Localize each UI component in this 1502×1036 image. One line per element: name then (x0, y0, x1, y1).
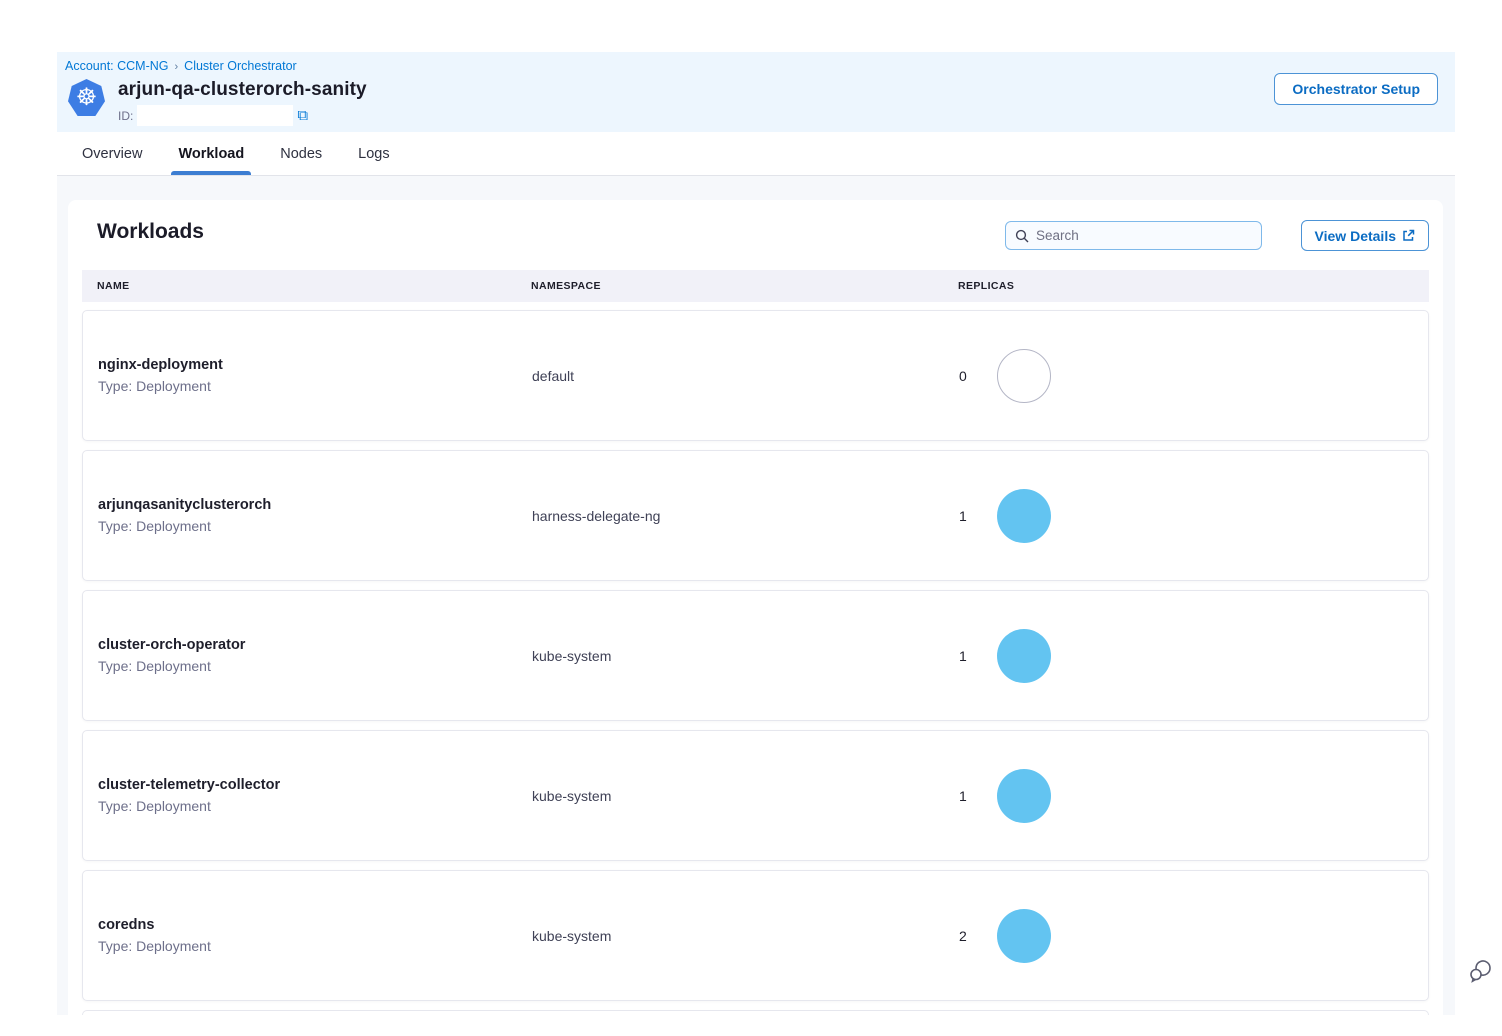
workload-namespace: default (517, 368, 944, 384)
cluster-id-label: ID: (118, 109, 133, 123)
workload-name-cell: cluster-orch-operator Type: Deployment (83, 637, 517, 674)
copy-icon[interactable]: ⧉ (297, 107, 308, 124)
replica-status-circle (997, 629, 1051, 683)
column-header-name: NAME (82, 280, 516, 292)
workload-type: Type: Deployment (98, 658, 517, 674)
workload-name: nginx-deployment (98, 357, 517, 373)
workload-type: Type: Deployment (98, 798, 517, 814)
tab-bar: Overview Workload Nodes Logs (57, 132, 1455, 176)
replica-count: 1 (959, 648, 971, 664)
search-input[interactable] (1036, 228, 1252, 243)
workloads-search[interactable] (1005, 221, 1262, 250)
search-icon (1015, 229, 1029, 243)
cluster-id-redacted-value (137, 105, 293, 126)
workload-type: Type: Deployment (98, 518, 517, 534)
replica-count: 1 (959, 788, 971, 804)
external-link-icon (1402, 229, 1415, 242)
workload-replicas-cell: 1 (944, 629, 1428, 683)
workload-name: cluster-orch-operator (98, 637, 517, 653)
workload-namespace: harness-delegate-ng (517, 508, 944, 524)
workload-name-cell: cluster-telemetry-collector Type: Deploy… (83, 777, 517, 814)
view-details-label: View Details (1315, 228, 1396, 244)
kubernetes-wheel-glyph: ☸ (76, 86, 98, 110)
table-row-nginx-deployment[interactable]: nginx-deployment Type: Deployment defaul… (82, 310, 1429, 441)
view-details-button[interactable]: View Details (1301, 220, 1429, 251)
breadcrumb-separator-icon: › (175, 61, 179, 73)
table-row-coredns[interactable]: coredns Type: Deployment kube-system 2 (82, 870, 1429, 1001)
column-header-namespace: NAMESPACE (516, 280, 943, 292)
cluster-title-row: ☸ arjun-qa-clusterorch-sanity ID: ⧉ (68, 79, 367, 126)
workload-name: arjunqasanityclusterorch (98, 497, 517, 513)
table-body: nginx-deployment Type: Deployment defaul… (82, 310, 1429, 1015)
replica-status-circle (997, 349, 1051, 403)
table-row-cluster-telemetry-collector[interactable]: cluster-telemetry-collector Type: Deploy… (82, 730, 1429, 861)
breadcrumb-account[interactable]: Account: CCM-NG (65, 59, 169, 73)
tab-overview[interactable]: Overview (75, 132, 149, 175)
workload-type: Type: Deployment (98, 378, 517, 394)
replica-count: 0 (959, 368, 971, 384)
column-header-replicas: REPLICAS (943, 280, 1429, 292)
workload-namespace: kube-system (517, 788, 944, 804)
replica-status-circle (997, 769, 1051, 823)
kubernetes-icon: ☸ (68, 79, 105, 116)
replica-count: 2 (959, 928, 971, 944)
app-frame: Account: CCM-NG › Cluster Orchestrator ☸ a… (57, 52, 1455, 1015)
table-row-arjunqasanityclusterorch[interactable]: arjunqasanityclusterorch Type: Deploymen… (82, 450, 1429, 581)
orchestrator-setup-button[interactable]: Orchestrator Setup (1274, 73, 1438, 105)
page-header: Account: CCM-NG › Cluster Orchestrator ☸ a… (57, 52, 1455, 132)
replica-status-circle (997, 909, 1051, 963)
workload-namespace: kube-system (517, 928, 944, 944)
replica-status-circle (997, 489, 1051, 543)
workload-type: Type: Deployment (98, 938, 517, 954)
workloads-title: Workloads (97, 220, 204, 244)
workloads-panel: Workloads View Details NAME NAMESPACE (68, 200, 1443, 1015)
workload-namespace: kube-system (517, 648, 944, 664)
tab-nodes[interactable]: Nodes (273, 132, 329, 175)
workload-name-cell: arjunqasanityclusterorch Type: Deploymen… (83, 497, 517, 534)
breadcrumb-section[interactable]: Cluster Orchestrator (184, 59, 297, 73)
tab-workload[interactable]: Workload (171, 132, 251, 175)
workload-name: coredns (98, 917, 517, 933)
breadcrumb: Account: CCM-NG › Cluster Orchestrator (65, 59, 297, 73)
workload-name-cell: nginx-deployment Type: Deployment (83, 357, 517, 394)
content-area: Workloads View Details NAME NAMESPACE (57, 176, 1455, 1015)
replica-count: 1 (959, 508, 971, 524)
workload-replicas-cell: 1 (944, 489, 1428, 543)
cluster-title-block: arjun-qa-clusterorch-sanity ID: ⧉ (118, 79, 367, 126)
workload-replicas-cell: 1 (944, 769, 1428, 823)
tab-logs[interactable]: Logs (351, 132, 396, 175)
workload-name-cell: coredns Type: Deployment (83, 917, 517, 954)
table-row-partial[interactable] (82, 1010, 1429, 1015)
chat-bubble-icon[interactable] (1466, 957, 1494, 985)
page-title: arjun-qa-clusterorch-sanity (118, 79, 367, 101)
table-row-cluster-orch-operator[interactable]: cluster-orch-operator Type: Deployment k… (82, 590, 1429, 721)
workload-name: cluster-telemetry-collector (98, 777, 517, 793)
workload-replicas-cell: 0 (944, 349, 1428, 403)
table-header-row: NAME NAMESPACE REPLICAS (82, 270, 1429, 302)
cluster-id-row: ID: ⧉ (118, 105, 367, 126)
workload-replicas-cell: 2 (944, 909, 1428, 963)
workloads-panel-header: Workloads View Details (82, 200, 1429, 270)
